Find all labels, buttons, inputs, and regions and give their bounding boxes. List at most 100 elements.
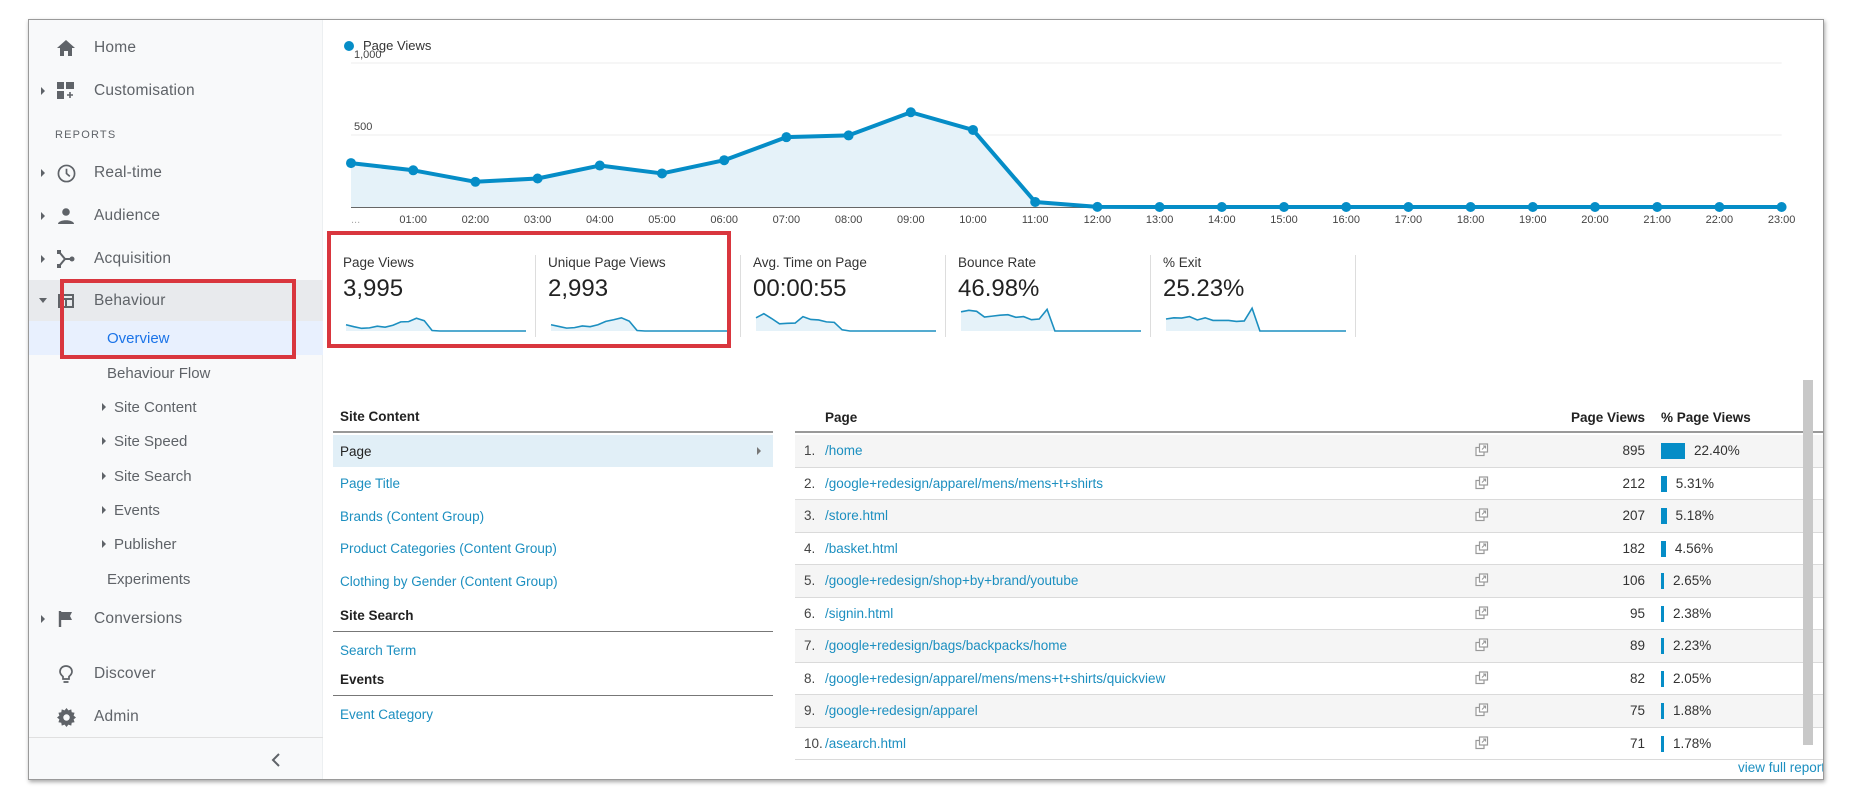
table-scrollbar[interactable] [1803, 380, 1813, 745]
data-point[interactable] [657, 168, 667, 179]
sidebar-subitem-site-search[interactable]: Site Search [29, 459, 323, 493]
expand-caret-icon[interactable] [41, 615, 45, 623]
x-tick-label: 23:00 [1768, 214, 1796, 226]
expand-caret-icon[interactable] [41, 169, 45, 177]
data-point[interactable] [968, 124, 978, 135]
page-link[interactable]: /google+redesign/apparel/mens/mens+t+shi… [825, 671, 1165, 686]
sidebar-subitem-events[interactable]: Events [29, 493, 323, 527]
dimension-link-search-term[interactable]: Search Term [333, 634, 773, 666]
table-row: 2. /google+redesign/apparel/mens/mens+t+s… [795, 468, 1823, 500]
metric-bounce-rate[interactable]: Bounce Rate 46.98% [958, 250, 1143, 340]
data-point[interactable] [719, 155, 730, 166]
data-point[interactable] [1527, 202, 1538, 212]
page-link[interactable]: /signin.html [825, 606, 893, 621]
x-tick-label: 10:00 [959, 214, 987, 226]
metric-unique-page-views[interactable]: Unique Page Views 2,993 [548, 250, 733, 340]
open-external-icon[interactable] [1475, 670, 1489, 685]
metric-page-views[interactable]: Page Views 3,995 [343, 250, 528, 340]
expand-caret-icon[interactable] [102, 472, 106, 480]
page-link[interactable]: /basket.html [825, 541, 898, 556]
expand-caret-icon[interactable] [41, 87, 45, 95]
data-point[interactable] [1154, 202, 1165, 212]
page-link[interactable]: /asearch.html [825, 736, 906, 751]
data-point[interactable] [1403, 202, 1414, 212]
column-header-page-views: Page Views [1570, 410, 1645, 425]
x-tick-label: 17:00 [1395, 214, 1423, 226]
open-external-icon[interactable] [1475, 573, 1489, 587]
dimension-link-event-category[interactable]: Event Category [333, 698, 773, 730]
table-row: 4. /basket.html 182 4.56% [795, 533, 1823, 565]
expand-caret-icon[interactable] [41, 212, 45, 220]
data-point[interactable] [470, 176, 481, 187]
page-link[interactable]: /home [825, 443, 863, 458]
share-bar [1661, 475, 1667, 492]
sidebar-item-conversions[interactable]: Conversions [29, 599, 323, 639]
dimension-link-clothing-by-gender-content-group[interactable]: Clothing by Gender (Content Group) [333, 565, 773, 597]
sidebar-subitem-publisher[interactable]: Publisher [29, 527, 323, 561]
data-point[interactable] [905, 107, 916, 118]
sidebar-item-behaviour[interactable]: Behaviour [29, 280, 323, 321]
dimension-link-page[interactable]: Page [333, 435, 773, 467]
open-external-icon[interactable] [1475, 508, 1489, 522]
sidebar-subitem-site-content[interactable]: Site Content [29, 390, 323, 424]
row-rank: 5. [804, 573, 816, 588]
collapse-sidebar-button[interactable] [261, 747, 291, 777]
sidebar-item-acquisition[interactable]: Acquisition [29, 239, 323, 279]
open-external-icon[interactable] [1475, 443, 1489, 457]
metric-exit[interactable]: % Exit 25.23% [1163, 250, 1348, 340]
expand-caret-icon[interactable] [41, 255, 45, 263]
expand-caret-icon[interactable] [102, 540, 106, 548]
dimension-link-product-categories-content-group[interactable]: Product Categories (Content Group) [333, 533, 773, 565]
open-external-icon[interactable] [1475, 605, 1489, 620]
open-external-icon[interactable] [1475, 540, 1489, 555]
expand-caret-icon[interactable] [102, 506, 106, 514]
data-point[interactable] [1590, 202, 1600, 212]
page-link[interactable]: /google+redesign/bags/backpacks/home [825, 638, 1067, 653]
data-point[interactable] [1714, 202, 1725, 212]
metric-avg-time-on-page[interactable]: Avg. Time on Page 00:00:55 [753, 250, 938, 340]
data-point[interactable] [1341, 202, 1352, 212]
page-link[interactable]: /store.html [825, 508, 888, 523]
dimension-link-brands-content-group[interactable]: Brands (Content Group) [333, 500, 773, 532]
sidebar-item-audience[interactable]: Audience [29, 196, 323, 236]
open-external-icon[interactable] [1475, 703, 1489, 717]
data-point[interactable] [1776, 202, 1787, 212]
page-link[interactable]: /google+redesign/apparel/mens/mens+t+shi… [825, 476, 1103, 491]
sidebar-subitem-label: Site Search [114, 467, 192, 485]
data-point[interactable] [1652, 202, 1663, 212]
x-tick-label: 21:00 [1643, 214, 1671, 226]
sidebar-item-label: Home [94, 39, 137, 56]
sidebar-item-customisation[interactable]: Customisation [29, 71, 323, 111]
data-point[interactable] [1216, 202, 1227, 212]
sidebar-item-admin[interactable]: Admin [29, 697, 323, 737]
page-link[interactable]: /google+redesign/shop+by+brand/youtube [825, 573, 1078, 588]
open-external-icon[interactable] [1475, 475, 1489, 490]
data-point[interactable] [1092, 201, 1103, 212]
open-external-icon[interactable] [1475, 638, 1489, 652]
sidebar-subitem-overview[interactable]: Overview [29, 321, 323, 355]
sidebar-item-realtime[interactable]: Real-time [29, 153, 323, 193]
sidebar-subitem-behaviour-flow[interactable]: Behaviour Flow [29, 356, 323, 390]
open-external-icon[interactable] [1475, 735, 1489, 750]
sparkline [755, 312, 936, 332]
data-point[interactable] [1279, 202, 1289, 212]
sidebar-subitem-site-speed[interactable]: Site Speed [29, 424, 323, 458]
data-point[interactable] [1465, 202, 1476, 212]
data-point[interactable] [408, 165, 419, 176]
data-point[interactable] [346, 158, 356, 169]
collapse-caret-icon[interactable] [39, 298, 47, 303]
dimension-link-page-title[interactable]: Page Title [333, 468, 773, 500]
expand-caret-icon[interactable] [102, 403, 106, 411]
data-point[interactable] [1030, 196, 1041, 207]
data-point[interactable] [781, 132, 792, 143]
sidebar-item-discover[interactable]: Discover [29, 654, 323, 694]
view-full-report-link[interactable]: view full report [1738, 760, 1823, 775]
data-point[interactable] [843, 130, 854, 141]
expand-caret-icon[interactable] [102, 437, 106, 445]
page-link[interactable]: /google+redesign/apparel [825, 703, 978, 718]
sidebar-subitem-experiments[interactable]: Experiments [29, 562, 323, 596]
data-point[interactable] [594, 160, 605, 171]
share-bar [1661, 670, 1664, 687]
sidebar-item-home[interactable]: Home [29, 28, 323, 68]
data-point[interactable] [532, 173, 543, 184]
